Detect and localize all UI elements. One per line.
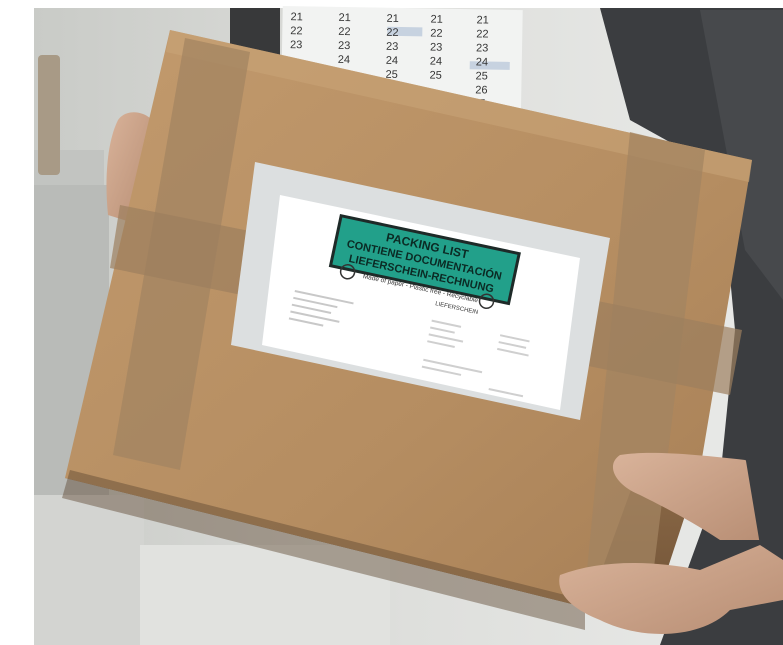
calendar-day: 22 (476, 28, 488, 40)
calendar-day: 21 (476, 14, 488, 26)
calendar-day: 24 (338, 54, 350, 66)
calendar-day: 23 (338, 40, 350, 52)
calendar-day: 24 (386, 55, 398, 67)
calendar-day: 22 (290, 25, 302, 37)
calendar-col-4: 21 22 23 24 25 (429, 14, 442, 82)
calendar-day: 24 (430, 56, 442, 68)
photo-scene: 21 22 23 21 22 23 24 21 22 23 24 25 21 2… (34, 5, 783, 645)
calendar-day: 23 (476, 42, 488, 54)
calendar-day: 21 (338, 12, 350, 24)
calendar-day: 23 (386, 41, 398, 53)
calendar-day: 25 (475, 70, 487, 82)
calendar-day: 23 (430, 42, 442, 54)
calendar-day: 22 (430, 28, 442, 40)
calendar-day: 21 (430, 14, 442, 26)
calendar-day: 25 (429, 70, 441, 82)
calendar-col-1: 21 22 23 (290, 11, 303, 51)
calendar-day: 21 (386, 13, 398, 25)
calendar-day: 26 (475, 84, 487, 96)
calendar-day: 22 (338, 26, 350, 38)
calendar-day: 24 (476, 56, 488, 68)
calendar-day: 21 (290, 11, 302, 23)
calendar-col-3: 21 22 23 24 25 (385, 13, 398, 81)
calendar-col-5: 21 22 23 24 25 26 27 (475, 14, 489, 107)
calendar-day: 23 (290, 39, 302, 51)
calendar-day: 22 (386, 27, 398, 39)
